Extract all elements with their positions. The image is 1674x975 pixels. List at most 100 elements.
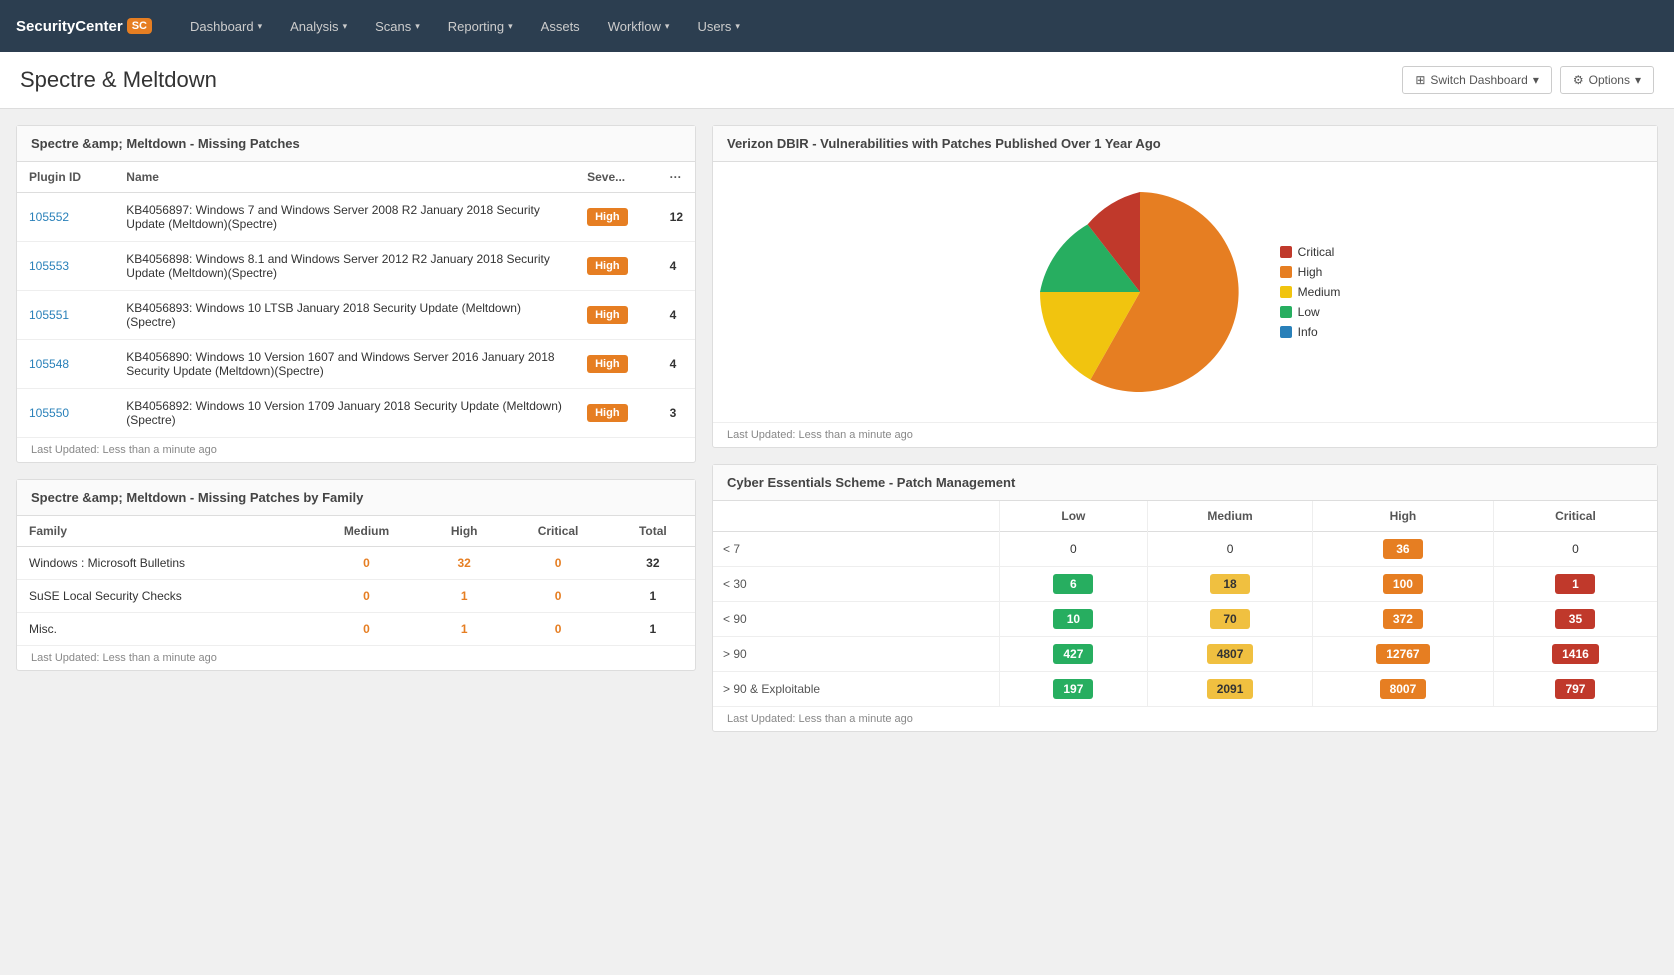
cell-range: < 30 xyxy=(713,567,999,602)
cell-plugin-id: 105553 xyxy=(17,242,114,291)
cell-critical: 1 xyxy=(1493,567,1657,602)
chevron-down-icon: ▾ xyxy=(508,21,513,32)
cell-total: 1 xyxy=(611,613,695,646)
chevron-down-icon: ▾ xyxy=(1635,73,1641,87)
header-actions: ⊞ Switch Dashboard ▾ ⚙ Options ▾ xyxy=(1402,66,1654,94)
cell-count: 4 xyxy=(658,340,695,389)
col-plugin-id: Plugin ID xyxy=(17,162,114,193)
cell-total: 1 xyxy=(611,580,695,613)
table-row[interactable]: 105548 KB4056890: Windows 10 Version 160… xyxy=(17,340,695,389)
chevron-down-icon: ▾ xyxy=(1533,73,1539,87)
switch-dashboard-button[interactable]: ⊞ Switch Dashboard ▾ xyxy=(1402,66,1551,94)
legend-high: High xyxy=(1280,265,1341,279)
cell-range: < 7 xyxy=(713,532,999,567)
brand: SecurityCenter SC xyxy=(16,18,152,35)
legend-dot-high xyxy=(1280,266,1292,278)
panel1-header: Spectre &amp; Meltdown - Missing Patches xyxy=(17,126,695,162)
cell-low: 10 xyxy=(999,602,1148,637)
legend-dot-info xyxy=(1280,326,1292,338)
cell-high: 32 xyxy=(423,547,505,580)
col-dots: ··· xyxy=(658,162,695,193)
left-column: Spectre &amp; Meltdown - Missing Patches… xyxy=(16,125,696,732)
cell-severity: High xyxy=(575,242,658,291)
panel3-footer: Last Updated: Less than a minute ago xyxy=(713,422,1657,447)
options-button[interactable]: ⚙ Options ▾ xyxy=(1560,66,1654,94)
cell-name: KB4056892: Windows 10 Version 1709 Janua… xyxy=(114,389,575,438)
cell-critical: 0 xyxy=(505,613,610,646)
panel-cyber-essentials: Cyber Essentials Scheme - Patch Manageme… xyxy=(712,464,1658,732)
panel1-footer: Last Updated: Less than a minute ago xyxy=(17,437,695,462)
table-row[interactable]: 105551 KB4056893: Windows 10 LTSB Januar… xyxy=(17,291,695,340)
brand-badge: SC xyxy=(127,18,152,34)
nav-item-scans[interactable]: Scans ▾ xyxy=(361,0,434,52)
table-row[interactable]: 105552 KB4056897: Windows 7 and Windows … xyxy=(17,193,695,242)
panel4-footer: Last Updated: Less than a minute ago xyxy=(713,706,1657,731)
family-col-high: High xyxy=(423,516,505,547)
pie-chart-area: Critical High Medium Low xyxy=(713,162,1657,422)
cell-medium: 70 xyxy=(1148,602,1313,637)
legend-label-low: Low xyxy=(1298,305,1320,319)
table-row[interactable]: < 90 10 70 372 35 xyxy=(713,602,1657,637)
panel2-body: Family Medium High Critical Total Window… xyxy=(17,516,695,645)
cell-severity: High xyxy=(575,340,658,389)
cell-name: KB4056893: Windows 10 LTSB January 2018 … xyxy=(114,291,575,340)
panel4-header: Cyber Essentials Scheme - Patch Manageme… xyxy=(713,465,1657,501)
page-title: Spectre & Meltdown xyxy=(20,67,217,93)
table-row[interactable]: > 90 427 4807 12767 1416 xyxy=(713,637,1657,672)
patch-col-range xyxy=(713,501,999,532)
table-row[interactable]: > 90 & Exploitable 197 2091 8007 797 xyxy=(713,672,1657,707)
nav-item-dashboard[interactable]: Dashboard ▾ xyxy=(176,0,276,52)
chevron-down-icon: ▾ xyxy=(735,21,740,32)
chevron-down-icon: ▾ xyxy=(665,21,670,32)
table-row[interactable]: < 30 6 18 100 1 xyxy=(713,567,1657,602)
table-row[interactable]: 105550 KB4056892: Windows 10 Version 170… xyxy=(17,389,695,438)
cell-severity: High xyxy=(575,389,658,438)
cell-count: 4 xyxy=(658,242,695,291)
table-row[interactable]: Misc. 0 1 0 1 xyxy=(17,613,695,646)
cell-count: 3 xyxy=(658,389,695,438)
col-severity: Seve... xyxy=(575,162,658,193)
nav-item-workflow[interactable]: Workflow ▾ xyxy=(594,0,684,52)
legend-label-info: Info xyxy=(1298,325,1318,339)
cell-critical: 0 xyxy=(505,580,610,613)
table-row[interactable]: SuSE Local Security Checks 0 1 0 1 xyxy=(17,580,695,613)
missing-patches-table: Plugin ID Name Seve... ··· 105552 KB4056… xyxy=(17,162,695,437)
legend-label-high: High xyxy=(1298,265,1323,279)
cell-low: 197 xyxy=(999,672,1148,707)
table-row[interactable]: 105553 KB4056898: Windows 8.1 and Window… xyxy=(17,242,695,291)
cell-high: 1 xyxy=(423,580,505,613)
patch-col-high: High xyxy=(1312,501,1493,532)
legend-dot-critical xyxy=(1280,246,1292,258)
legend-label-medium: Medium xyxy=(1298,285,1341,299)
panel3-header: Verizon DBIR - Vulnerabilities with Patc… xyxy=(713,126,1657,162)
panel4-body: Low Medium High Critical < 7 0 0 36 0 < … xyxy=(713,501,1657,706)
cell-critical: 0 xyxy=(505,547,610,580)
table-row[interactable]: < 7 0 0 36 0 xyxy=(713,532,1657,567)
cell-family: SuSE Local Security Checks xyxy=(17,580,310,613)
cell-plugin-id: 105551 xyxy=(17,291,114,340)
nav-item-users[interactable]: Users ▾ xyxy=(683,0,753,52)
cell-family: Misc. xyxy=(17,613,310,646)
chevron-down-icon: ▾ xyxy=(258,21,263,32)
cell-low: 6 xyxy=(999,567,1148,602)
table-row[interactable]: Windows : Microsoft Bulletins 0 32 0 32 xyxy=(17,547,695,580)
legend-dot-low xyxy=(1280,306,1292,318)
cell-critical: 0 xyxy=(1493,532,1657,567)
panel-missing-patches: Spectre &amp; Meltdown - Missing Patches… xyxy=(16,125,696,463)
nav-item-analysis[interactable]: Analysis ▾ xyxy=(276,0,361,52)
legend-medium: Medium xyxy=(1280,285,1341,299)
cell-high: 100 xyxy=(1312,567,1493,602)
legend-label-critical: Critical xyxy=(1298,245,1335,259)
family-table: Family Medium High Critical Total Window… xyxy=(17,516,695,645)
cell-high: 36 xyxy=(1312,532,1493,567)
family-col-critical: Critical xyxy=(505,516,610,547)
gear-icon: ⚙ xyxy=(1573,73,1584,87)
col-name: Name xyxy=(114,162,575,193)
nav-item-assets[interactable]: Assets xyxy=(527,0,594,52)
legend-info: Info xyxy=(1280,325,1341,339)
panel1-body: Plugin ID Name Seve... ··· 105552 KB4056… xyxy=(17,162,695,437)
nav-item-reporting[interactable]: Reporting ▾ xyxy=(434,0,527,52)
cell-name: KB4056898: Windows 8.1 and Windows Serve… xyxy=(114,242,575,291)
family-col-family: Family xyxy=(17,516,310,547)
family-col-medium: Medium xyxy=(310,516,423,547)
